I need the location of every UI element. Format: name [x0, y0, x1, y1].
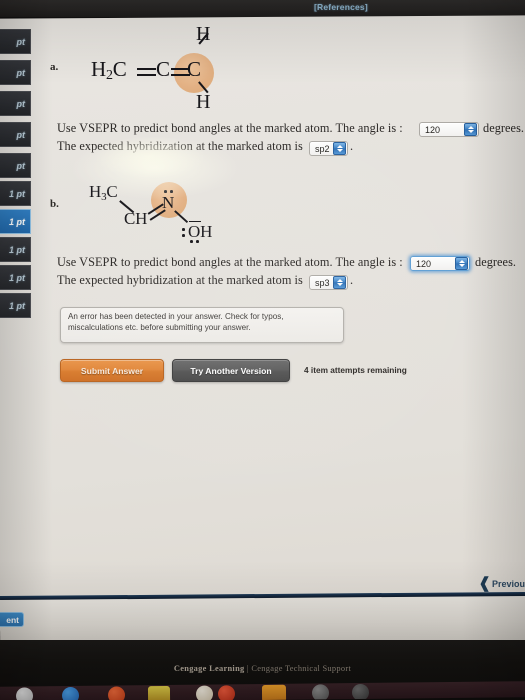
dock-icon-finder[interactable]: [15, 687, 34, 700]
sidebar-item-pt-10[interactable]: 1 pt: [0, 293, 31, 318]
bond-double-lower-1: [137, 74, 156, 76]
question-content: a. H2C C C H H Use VSEPR to predict bond…: [36, 17, 525, 617]
sidebar-item-pt-1[interactable]: pt: [0, 29, 31, 54]
submit-answer-button[interactable]: Submit Answer: [60, 359, 164, 382]
dock-icon-app-dark[interactable]: [351, 683, 370, 700]
previous-button[interactable]: ❰ Previou: [478, 575, 525, 592]
angle-unit-b: degrees.: [475, 255, 517, 269]
sidebar-item-pt-6[interactable]: 1 pt: [0, 181, 31, 206]
bond-double-upper-1: [137, 68, 156, 70]
question-a-hybridization-prompt: The expected hybridization at the marked…: [57, 139, 303, 153]
hybridization-a-suffix: .: [350, 139, 354, 153]
question-a-prompt: Use VSEPR to predict bond angles at the …: [57, 121, 403, 135]
hybridization-b-suffix: .: [350, 273, 354, 287]
lone-pair-dot-o-left-1: [182, 228, 185, 231]
lone-pair-dot-o-bottom-1: [190, 240, 193, 243]
dock-icon-app-red[interactable]: [217, 685, 236, 700]
footer-credit: Cengage Learning | Cengage Technical Sup…: [0, 664, 525, 673]
previous-label: Previou: [491, 579, 525, 589]
error-message-box: An error has been detected in your answe…: [60, 307, 344, 343]
error-message-line-2: miscalculations etc. before submitting y…: [68, 322, 251, 332]
atom-label-c-central: C: [156, 57, 170, 81]
atom-label-oh: OH: [188, 222, 213, 241]
footer-separator: |: [246, 664, 249, 673]
question-a-label: a.: [50, 61, 59, 73]
hybridization-select-b[interactable]: sp3: [309, 275, 348, 290]
sidebar-item-pt-8[interactable]: 1 pt: [0, 237, 31, 262]
references-link[interactable]: [References]: [314, 2, 368, 12]
atom-label-h2c: H2C: [91, 57, 127, 83]
footer-support-link[interactable]: Cengage Technical Support: [251, 664, 351, 673]
dock-icon-app-amber[interactable]: [261, 684, 287, 700]
lone-pair-dot-n-1: [164, 190, 167, 193]
hybridization-select-a-value: sp2: [315, 143, 330, 154]
atom-label-h-bottom: H: [196, 91, 211, 113]
attempts-remaining-text: 4 item attempts remaining: [304, 365, 407, 375]
sidebar-item-label: pt: [16, 67, 26, 78]
atom-label-c-marked: C: [187, 57, 201, 81]
sidebar-item-pt-4[interactable]: pt: [0, 122, 31, 147]
points-sidebar: pt pt pt pt pt 1 pt 1 pt 1 pt 1 pt 1 pt: [0, 17, 33, 617]
submit-answer-label: Submit Answer: [80, 365, 144, 376]
sidebar-item-label: 1 pt: [8, 272, 25, 283]
dock-icon-app-orange[interactable]: [107, 686, 126, 700]
sidebar-item-pt-3[interactable]: pt: [0, 91, 31, 116]
angle-input-a[interactable]: 120: [419, 122, 479, 137]
hybridization-select-a[interactable]: sp2: [309, 141, 348, 156]
spinner-icon[interactable]: [333, 142, 346, 155]
sidebar-item-label: pt: [16, 129, 26, 140]
lone-pair-dot-o-bottom-2: [196, 240, 199, 243]
dock-icon-browser[interactable]: [61, 686, 80, 700]
atom-label-n-marked: N: [162, 193, 175, 212]
hybridization-select-b-value: sp3: [315, 277, 330, 288]
sidebar-item-pt-7-active[interactable]: 1 pt: [0, 209, 31, 234]
error-message-line-1: An error has been detected in your answe…: [68, 312, 284, 321]
sidebar-item-label: pt: [16, 160, 26, 171]
angle-input-b[interactable]: 120: [410, 256, 470, 271]
try-another-version-label: Try Another Version: [190, 365, 272, 376]
atom-label-ch: CH: [124, 209, 148, 228]
sidebar-item-label: 1 pt: [8, 300, 25, 311]
chevron-left-icon: ❰: [478, 575, 491, 592]
sidebar-item-label: pt: [16, 36, 26, 47]
sidebar-item-label: 1 pt: [8, 216, 25, 227]
dock-icon-app-cream[interactable]: [195, 685, 214, 700]
dock-icon-app-gray[interactable]: [311, 684, 330, 700]
sidebar-item-label: 1 pt: [8, 188, 25, 199]
assignment-button-label: ent: [6, 614, 19, 625]
screen-photo: [References] pt pt pt pt pt 1 pt 1 pt 1 …: [0, 0, 525, 700]
question-b-prompt: Use VSEPR to predict bond angles at the …: [57, 255, 403, 269]
angle-input-b-value: 120: [416, 258, 432, 269]
spinner-icon[interactable]: [455, 257, 468, 270]
sidebar-item-pt-2[interactable]: pt: [0, 60, 31, 85]
angle-input-a-value: 120: [425, 124, 441, 135]
try-another-version-button[interactable]: Try Another Version: [172, 359, 290, 382]
angle-unit-a: degrees.: [483, 121, 525, 135]
lone-pair-dot-n-2: [170, 190, 173, 193]
o-overline: [189, 221, 201, 223]
atom-label-h3c: H3C: [89, 182, 118, 203]
spinner-icon[interactable]: [333, 276, 346, 289]
question-b-label: b.: [50, 198, 59, 210]
lone-pair-dot-o-left-2: [182, 234, 185, 237]
dock-icon-folder[interactable]: [147, 685, 171, 700]
sidebar-item-label: pt: [16, 98, 26, 109]
sidebar-item-pt-5[interactable]: pt: [0, 153, 31, 178]
browser-chrome-strip: [0, 0, 525, 17]
assignment-button[interactable]: ent: [0, 612, 24, 627]
question-b-hybridization-prompt: The expected hybridization at the marked…: [57, 273, 303, 287]
lower-page-strip: [0, 595, 525, 647]
footer-brand: Cengage Learning: [173, 664, 245, 673]
sidebar-item-pt-9[interactable]: 1 pt: [0, 265, 31, 290]
spinner-icon[interactable]: [464, 123, 477, 136]
sidebar-item-label: 1 pt: [8, 244, 25, 255]
